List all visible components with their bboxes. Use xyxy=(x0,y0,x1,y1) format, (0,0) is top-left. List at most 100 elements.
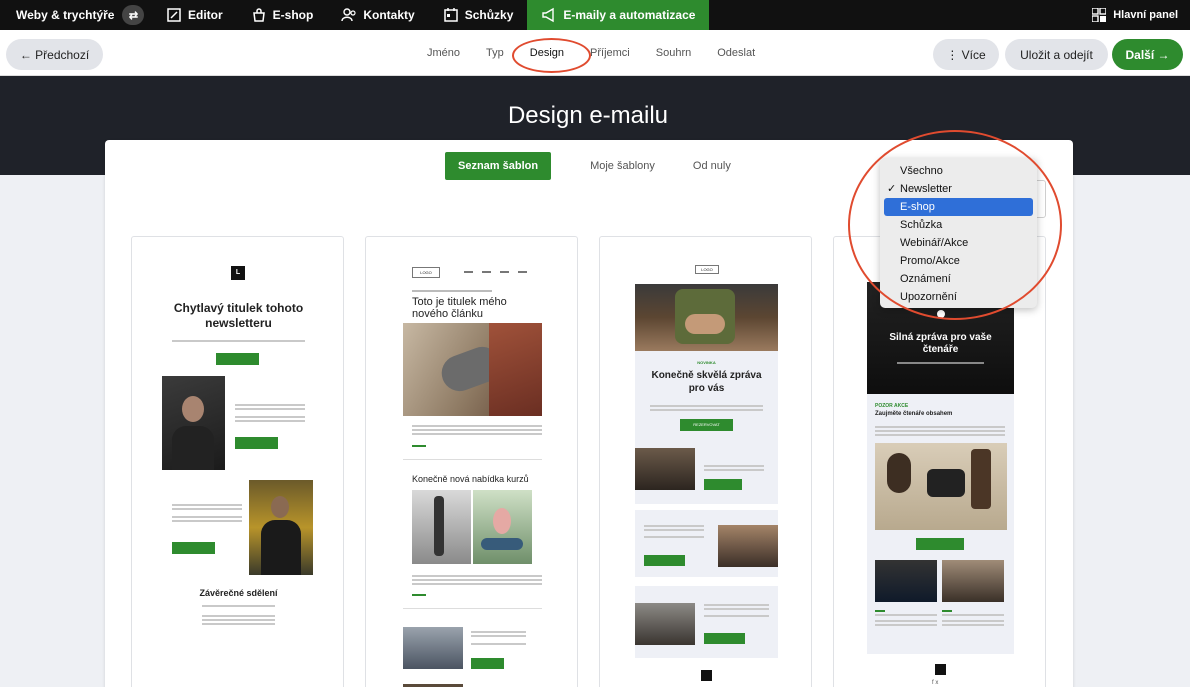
template-photo xyxy=(473,490,532,564)
text-lines xyxy=(412,290,492,292)
template-photo xyxy=(249,480,313,575)
text-lines xyxy=(202,603,275,627)
nav-label: Editor xyxy=(188,8,223,22)
template-button xyxy=(471,658,504,669)
text-lines xyxy=(875,608,937,628)
step-summary[interactable]: Souhrn xyxy=(643,47,704,59)
template-button xyxy=(644,555,685,566)
social-icons: f x xyxy=(932,680,939,686)
nav-editor[interactable]: Editor xyxy=(152,0,237,30)
text-lines xyxy=(650,403,763,413)
nav-label: E-maily a automatizace xyxy=(563,8,696,22)
template-photo xyxy=(875,560,937,602)
nav-label: E-shop xyxy=(272,8,314,22)
brand-label: Weby & trychtýře xyxy=(16,8,115,22)
text-lines xyxy=(704,463,764,473)
template-photo xyxy=(412,490,471,564)
megaphone-icon xyxy=(542,7,555,23)
divider xyxy=(403,459,542,460)
text-lines xyxy=(897,362,984,364)
tab-template-list[interactable]: Seznam šablon xyxy=(445,152,552,180)
step-send[interactable]: Odeslat xyxy=(704,47,768,59)
swap-icon[interactable]: ⇄ xyxy=(122,5,145,25)
template-photo xyxy=(718,525,778,567)
text-lines xyxy=(172,502,242,524)
divider xyxy=(403,608,542,609)
template-button xyxy=(916,538,964,550)
template-logo: LOGO xyxy=(695,265,719,274)
top-navigation: Weby & trychtýře ⇄ Editor E-shop Kontakt… xyxy=(0,0,1190,30)
template-card[interactable]: LOGO NOVINKA Konečně skvělá zpráva pro v… xyxy=(599,236,812,687)
template-photo xyxy=(942,560,1004,602)
template-photo xyxy=(635,603,695,645)
nav-eshop[interactable]: E-shop xyxy=(237,0,328,30)
nav-label: Schůzky xyxy=(464,8,514,22)
shop-bag-icon xyxy=(252,8,265,22)
template-button: REZERVOVAT xyxy=(680,419,733,431)
tab-from-scratch[interactable]: Od nuly xyxy=(674,160,750,172)
step-name[interactable]: Jméno xyxy=(414,47,473,59)
dashboard-link[interactable]: Hlavní panel xyxy=(1092,8,1190,22)
template-footer-logo xyxy=(701,670,712,681)
template-menu xyxy=(464,271,530,273)
template-photo xyxy=(875,443,1007,530)
template-button xyxy=(172,542,215,554)
calendar-icon xyxy=(443,8,458,22)
text-lines xyxy=(704,602,769,619)
save-and-exit-button[interactable]: Uložit a odejít xyxy=(1005,39,1108,70)
template-button xyxy=(216,353,259,365)
template-logo: LOGO xyxy=(412,267,440,278)
previous-button[interactable]: ← Předchozí xyxy=(6,39,103,70)
template-title: Silná zpráva pro vaše čtenáře xyxy=(889,332,992,355)
nav-meetings[interactable]: Schůzky xyxy=(429,0,528,30)
template-title: Chytlavý titulek tohoto newsletteru xyxy=(173,301,304,330)
nav-contacts[interactable]: Kontakty xyxy=(327,0,428,30)
dashboard-grid-icon xyxy=(1092,8,1107,22)
text-lines xyxy=(875,424,1005,438)
text-lines xyxy=(942,608,1004,628)
next-button[interactable]: Další → xyxy=(1112,39,1183,70)
template-title: Toto je titulek mého nového článku xyxy=(412,296,507,320)
text-lines xyxy=(172,338,305,344)
template-closing: Závěrečné sdělení xyxy=(199,588,278,598)
more-button[interactable]: ⋮ Více xyxy=(933,39,999,70)
template-tag: POZOR AKCE xyxy=(875,403,909,409)
dashboard-label: Hlavní panel xyxy=(1113,9,1178,21)
template-card[interactable]: L Chytlavý titulek tohoto newsletteru Zá… xyxy=(131,236,344,687)
template-subtitle: Zaujměte čtenáře obsahem xyxy=(875,411,953,417)
template-logo: L xyxy=(231,266,245,280)
template-tag: NOVINKA xyxy=(697,360,716,365)
text-link xyxy=(412,445,426,447)
step-bar: ← Předchozí Jméno Typ Design Příjemci So… xyxy=(0,30,1190,76)
text-lines xyxy=(471,629,526,647)
template-photo xyxy=(403,627,463,669)
tab-my-templates[interactable]: Moje šablony xyxy=(571,160,674,172)
page-title: Design e-mailu xyxy=(507,102,669,129)
annotation-circle xyxy=(848,130,1062,320)
contacts-icon xyxy=(341,8,356,22)
annotation-circle xyxy=(512,38,591,73)
step-list: Jméno Typ Design Příjemci Souhrn Odeslat xyxy=(414,30,768,76)
template-title: Konečně skvělá zpráva pro vás xyxy=(651,370,762,394)
text-lines xyxy=(235,402,305,424)
text-lines xyxy=(644,523,704,540)
brand-switcher[interactable]: Weby & trychtýře ⇄ xyxy=(0,5,152,25)
text-lines xyxy=(412,423,542,437)
template-photo xyxy=(635,448,695,490)
template-button xyxy=(704,633,745,644)
text-link xyxy=(412,594,426,596)
step-type[interactable]: Typ xyxy=(473,47,517,59)
template-card[interactable]: LOGO Toto je titulek mého nového článku … xyxy=(365,236,578,687)
nav-label: Kontakty xyxy=(363,8,415,22)
template-section-title: Konečně nová nabídka kurzů xyxy=(412,474,529,484)
template-button xyxy=(235,437,278,449)
template-photo xyxy=(635,284,778,351)
nav-emails-automation[interactable]: E-maily a automatizace xyxy=(527,0,710,30)
template-photo xyxy=(403,323,542,416)
text-lines xyxy=(412,573,542,587)
template-photo xyxy=(162,376,225,470)
template-footer-logo xyxy=(935,664,946,675)
template-tabs: Seznam šablon Moje šablony Od nuly xyxy=(445,152,750,180)
template-button xyxy=(704,479,742,490)
editor-icon xyxy=(167,8,181,22)
